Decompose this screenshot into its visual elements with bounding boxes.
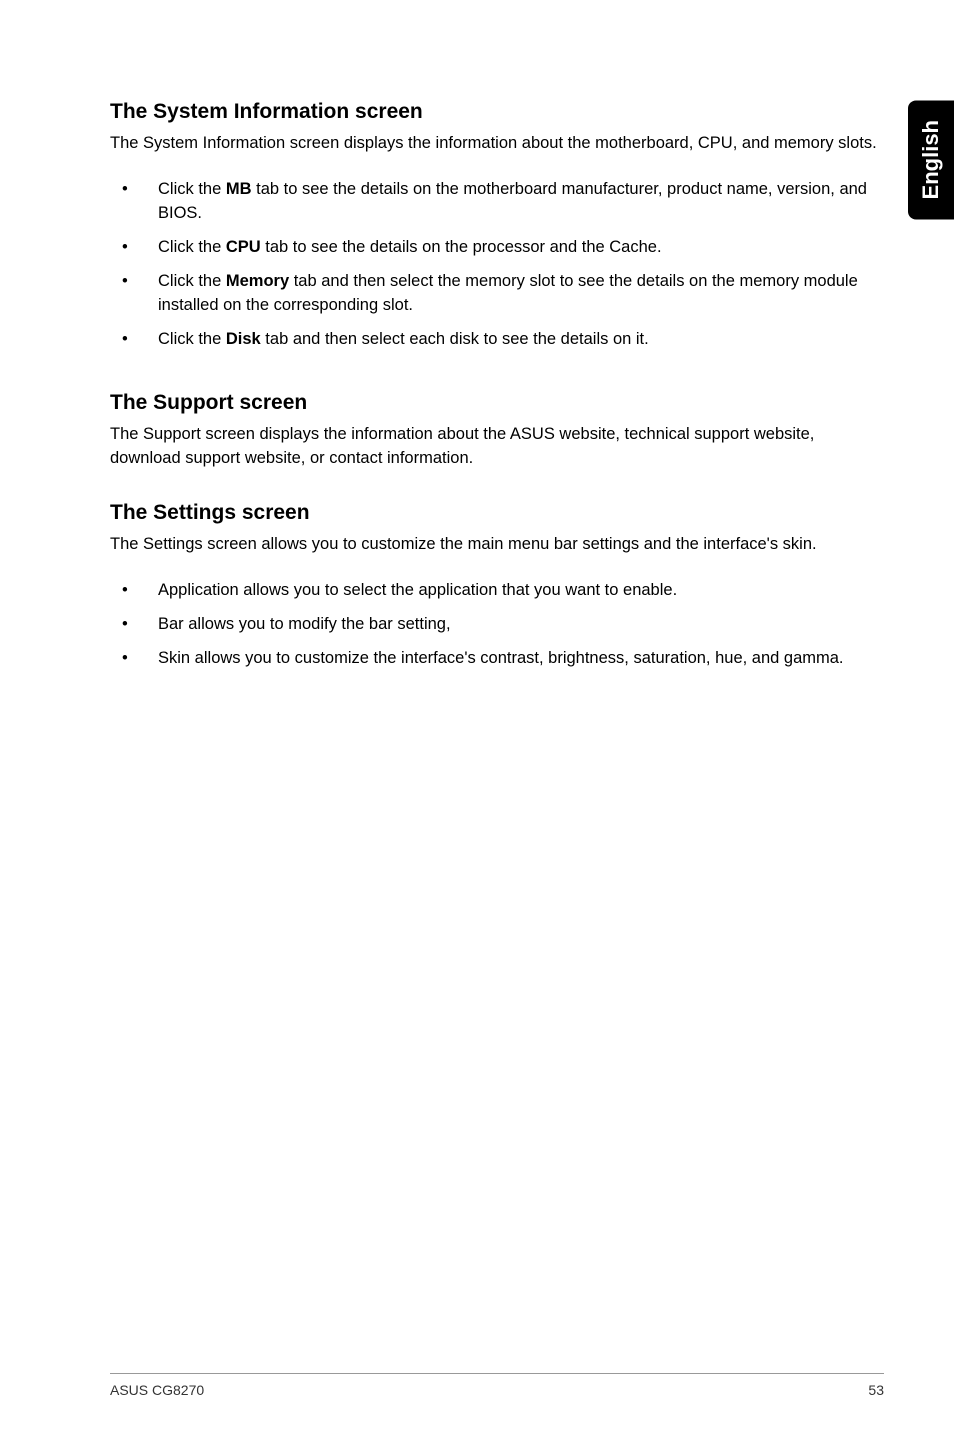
list-item-text: Click the MB tab to see the details on t… (158, 178, 884, 226)
list-item: • Click the MB tab to see the details on… (122, 178, 884, 226)
heading-settings: The Settings screen (110, 501, 884, 525)
section-settings: The Settings screen The Settings screen … (110, 501, 884, 671)
list-item-text: Application allows you to select the app… (158, 579, 884, 603)
heading-system-info: The System Information screen (110, 100, 884, 124)
intro-system-info: The System Information screen displays t… (110, 132, 884, 156)
section-support: The Support screen The Support screen di… (110, 391, 884, 471)
list-item-text: Click the CPU tab to see the details on … (158, 236, 884, 260)
footer-right: 53 (868, 1382, 884, 1398)
bullet-icon: • (122, 613, 158, 637)
list-item: • Skin allows you to customize the inter… (122, 647, 884, 671)
page-content: The System Information screen The System… (0, 0, 954, 1438)
list-item-text: Bar allows you to modify the bar setting… (158, 613, 884, 637)
bullet-icon: • (122, 270, 158, 318)
page-footer: ASUS CG8270 53 (110, 1373, 884, 1398)
list-item-text: Click the Memory tab and then select the… (158, 270, 884, 318)
list-item: • Application allows you to select the a… (122, 579, 884, 603)
bullet-icon: • (122, 236, 158, 260)
bullet-icon: • (122, 178, 158, 226)
bullet-icon: • (122, 647, 158, 671)
section-system-information: The System Information screen The System… (110, 100, 884, 351)
bullet-icon: • (122, 328, 158, 352)
list-item: • Click the CPU tab to see the details o… (122, 236, 884, 260)
list-system-info: • Click the MB tab to see the details on… (110, 178, 884, 352)
list-item: • Click the Memory tab and then select t… (122, 270, 884, 318)
list-settings: • Application allows you to select the a… (110, 579, 884, 671)
intro-settings: The Settings screen allows you to custom… (110, 533, 884, 557)
list-item-text: Skin allows you to customize the interfa… (158, 647, 884, 671)
list-item: • Bar allows you to modify the bar setti… (122, 613, 884, 637)
heading-support: The Support screen (110, 391, 884, 415)
list-item: • Click the Disk tab and then select eac… (122, 328, 884, 352)
intro-support: The Support screen displays the informat… (110, 423, 884, 471)
bullet-icon: • (122, 579, 158, 603)
list-item-text: Click the Disk tab and then select each … (158, 328, 884, 352)
footer-left: ASUS CG8270 (110, 1382, 204, 1398)
